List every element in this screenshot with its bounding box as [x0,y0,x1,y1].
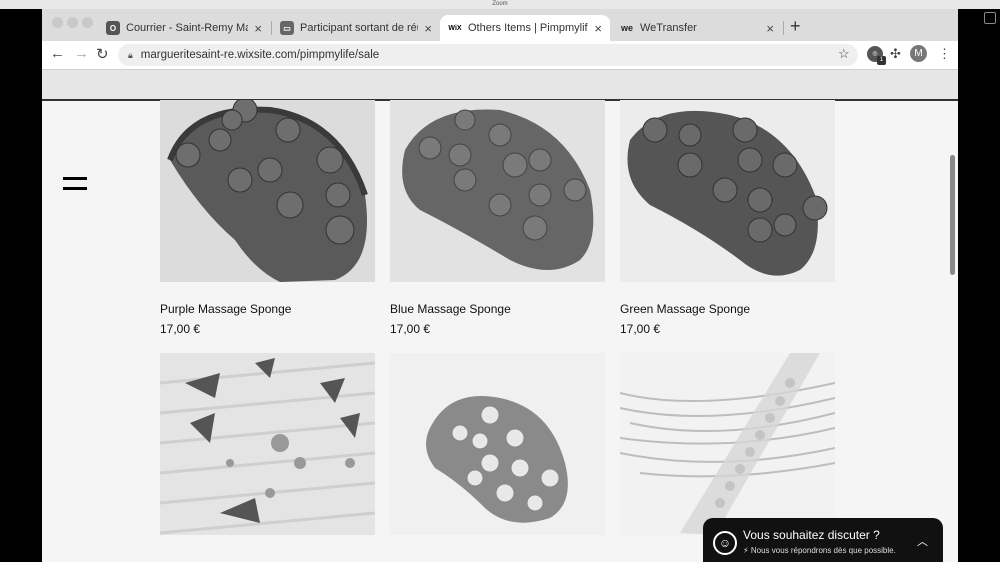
more-vert-icon[interactable]: ⋮ [938,46,951,62]
outlook-icon: O [106,21,120,35]
close-icon[interactable]: × [766,21,774,36]
tab-label: Courrier - Saint-Remy Margue [126,22,249,34]
product-image-green-sponge[interactable] [620,100,835,282]
zoom-icon: ▭ [280,21,294,35]
product-price: 17,00 € [390,322,431,336]
product-image-blue-sponge[interactable] [390,100,605,282]
forward-arrow-icon[interactable]: → [74,45,89,62]
window-minimize-button[interactable] [67,17,78,28]
tab-zoom-participant[interactable]: ▭ Participant sortant de réunion × [272,15,440,41]
chevron-up-icon[interactable]: ︿ [917,533,928,549]
tab-pimpmylife[interactable]: WiX Others Items | Pimpmylife × [440,15,610,41]
zoom-window-title: Zoom [492,1,508,7]
tab-divider [783,21,784,35]
product-image-comb[interactable] [620,353,835,535]
product-image-towel[interactable] [160,353,375,535]
url-text: margueritesaint-re.wixsite.com/pimpmylif… [140,49,380,61]
chat-subtitle: ⚡︎ Nous vous répondrons dès que possible… [743,546,896,555]
avatar[interactable]: M [910,45,927,62]
wetransfer-icon: we [620,23,633,33]
back-arrow-icon[interactable]: ← [50,45,65,62]
page-scrollbar[interactable] [950,155,955,275]
product-image-pearl-sponge[interactable] [390,353,605,535]
lock-icon: 🔒︎ [128,49,133,60]
fullscreen-icon[interactable] [984,12,996,24]
chat-subtitle-text: Nous vous répondrons dès que possible. [750,546,896,555]
tab-label: Participant sortant de réunion [300,22,418,34]
product-name[interactable]: Purple Massage Sponge [160,302,291,316]
chat-title: Vous souhaitez discuter ? [743,528,880,542]
zoom-window-bar: Zoom [0,0,1000,9]
bookmark-star-icon[interactable]: ☆ [838,46,850,62]
lightning-icon: ⚡︎ [743,546,751,555]
address-bar[interactable]: 🔒︎ margueritesaint-re.wixsite.com/pimpmy… [118,44,858,66]
browser-window: O Courrier - Saint-Remy Margue × ▭ Parti… [42,9,958,562]
page-content: Purple Massage Sponge 17,00 € Blue Massa… [42,70,958,562]
tab-label: WeTransfer [640,22,697,34]
wix-icon: WiX [448,21,462,35]
hamburger-menu-icon[interactable] [63,177,87,191]
site-header [42,70,958,101]
product-name[interactable]: Green Massage Sponge [620,302,750,316]
extension-badge: 1 [877,56,886,65]
browser-toolbar: ← → ↻ 🔒︎ margueritesaint-re.wixsite.com/… [42,41,958,70]
tab-strip: O Courrier - Saint-Remy Margue × ▭ Parti… [42,9,958,41]
window-maximize-button[interactable] [82,17,93,28]
tab-courrier[interactable]: O Courrier - Saint-Remy Margue × [98,15,270,41]
product-name[interactable]: Blue Massage Sponge [390,302,511,316]
smiley-icon: ☺ [713,531,737,555]
close-icon[interactable]: × [594,21,602,36]
new-tab-button[interactable]: + [790,16,801,37]
tab-label: Others Items | Pimpmylife [468,22,589,34]
product-image-purple-sponge[interactable] [160,100,375,282]
puzzle-icon[interactable]: ✣ [890,46,901,62]
close-icon[interactable]: × [254,21,262,36]
close-icon[interactable]: × [424,21,432,36]
chat-widget[interactable]: ☺ Vous souhaitez discuter ? ⚡︎ Nous vous… [703,518,943,562]
tab-wetransfer[interactable]: we WeTransfer × [612,15,782,41]
product-price: 17,00 € [160,322,201,336]
reload-icon[interactable]: ↻ [96,45,109,63]
window-close-button[interactable] [52,17,63,28]
product-price: 17,00 € [620,322,661,336]
